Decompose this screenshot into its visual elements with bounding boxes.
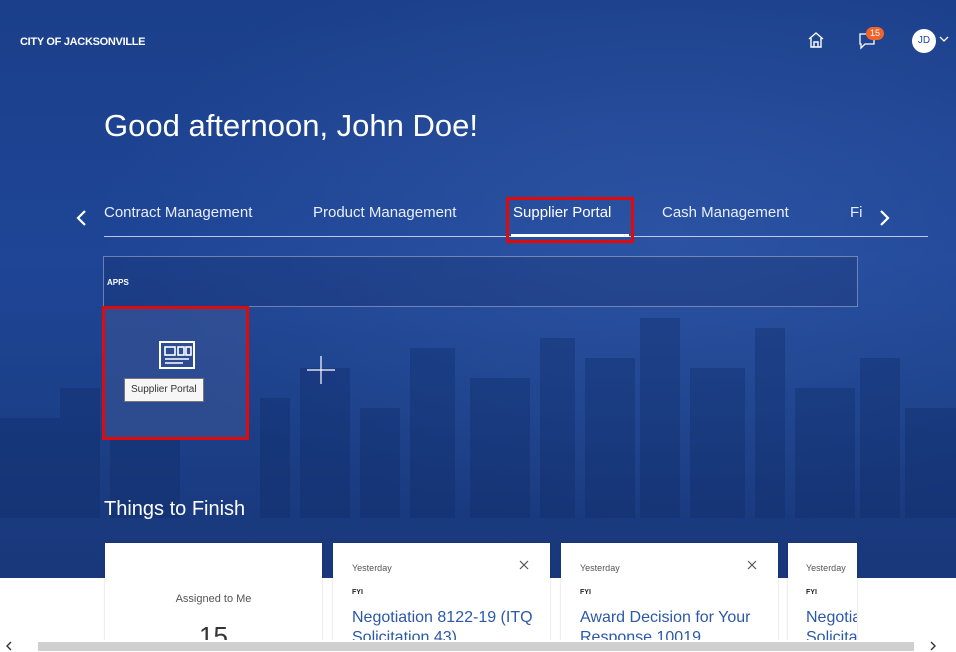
card-tag: FYI [580, 589, 591, 596]
chevron-down-icon[interactable] [938, 33, 950, 45]
notifications-badge: 15 [866, 27, 884, 40]
scroll-right-icon[interactable] [926, 640, 940, 652]
springboard-nav: Contract Management Product Management S… [70, 196, 928, 244]
card-timestamp: Yesterday [352, 563, 392, 573]
tab-product-management[interactable]: Product Management [313, 204, 456, 221]
notification-card[interactable]: Yesterday FYI Negotiation (ITQ Solicitat… [788, 543, 857, 647]
tab-truncated[interactable]: Fi [850, 204, 872, 221]
card-tag: FYI [352, 589, 363, 596]
tab-contract-management[interactable]: Contract Management [104, 204, 252, 221]
scroll-left-icon[interactable] [2, 640, 16, 652]
notification-card[interactable]: Yesterday FYI Negotiation 8122-19 (ITQ S… [333, 543, 550, 647]
notification-card[interactable]: Yesterday FYI Award Decision for Your Re… [561, 543, 778, 647]
things-to-finish-title: Things to Finish [104, 498, 246, 520]
user-avatar[interactable]: JD [912, 29, 936, 53]
top-bar: CITY OF JACKSONVILLE 15 JD [0, 0, 956, 84]
highlight-box-app-tile [102, 306, 249, 440]
chevron-right-icon[interactable] [874, 206, 894, 230]
greeting-title: Good afternoon, John Doe! [104, 108, 478, 143]
card-tag: FYI [806, 589, 817, 596]
apps-section: APPS [103, 256, 858, 307]
home-icon[interactable] [806, 30, 826, 50]
close-icon[interactable] [518, 559, 530, 571]
scrollbar-thumb[interactable] [38, 642, 914, 651]
close-icon[interactable] [746, 559, 758, 571]
app-tile-supplier-portal[interactable]: Supplier Portal [102, 306, 249, 440]
tab-cash-management[interactable]: Cash Management [662, 204, 789, 221]
apps-section-label: APPS [107, 278, 129, 287]
chevron-left-icon[interactable] [72, 206, 92, 230]
horizontal-scrollbar[interactable] [0, 640, 956, 652]
card-timestamp: Yesterday [580, 563, 620, 573]
card-timestamp: Yesterday [806, 563, 846, 573]
assigned-label: Assigned to Me [175, 593, 252, 605]
city-logo[interactable]: CITY OF JACKSONVILLE [20, 36, 146, 48]
plus-icon[interactable] [305, 354, 337, 386]
highlight-box-tab [506, 197, 634, 243]
assigned-to-me-card[interactable]: Assigned to Me 15 [105, 543, 322, 647]
